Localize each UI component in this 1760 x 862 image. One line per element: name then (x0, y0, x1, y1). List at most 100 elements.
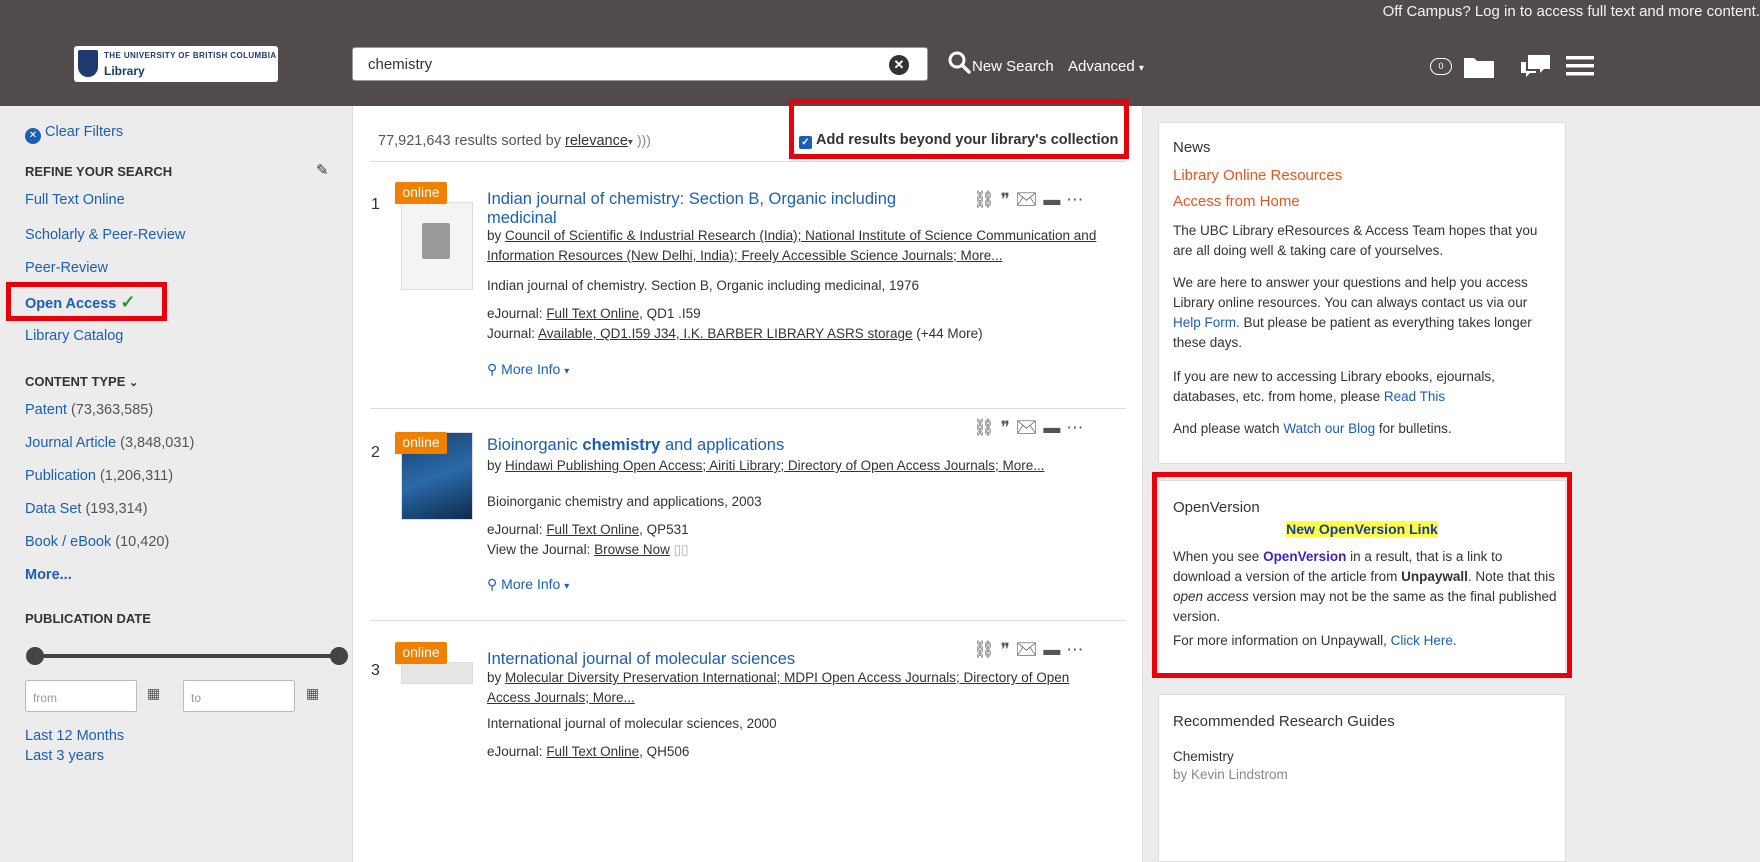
read-this-link[interactable]: Read This (1384, 389, 1445, 404)
email-icon[interactable]: ✉ (1016, 640, 1044, 659)
cite-icon[interactable]: ❞ (1001, 418, 1016, 437)
last-12-months-link[interactable]: Last 12 Months (25, 728, 124, 744)
edit-pencil-icon[interactable]: ✎ (316, 161, 329, 179)
journal-label: Journal: (487, 326, 536, 341)
author-links[interactable]: Molecular Diversity Preservation Interna… (487, 670, 1069, 705)
watch-blog-link[interactable]: Watch our Blog (1283, 421, 1375, 436)
result-ejournal-line: eJournal: Full Text Online, QD1 .I59 (487, 304, 701, 324)
saved-items-count[interactable]: 0 (1430, 58, 1452, 75)
search-input[interactable]: chemistry ✕ (352, 47, 928, 81)
filter-full-text-online[interactable]: Full Text Online (25, 192, 125, 208)
advanced-search-link[interactable]: Advanced ▾ (1068, 58, 1144, 75)
call-number: , QH506 (639, 744, 690, 759)
news-subheading: Access from Home (1173, 193, 1300, 210)
date-slider-start-handle[interactable] (26, 647, 44, 665)
view-journal-label: View the Journal: (487, 542, 591, 557)
menu-icon[interactable] (1564, 54, 1596, 78)
author-links[interactable]: Hindawi Publishing Open Access; Airiti L… (505, 458, 1044, 473)
content-type-label: Data Set (25, 501, 82, 517)
content-type-publication[interactable]: Publication (1,206,311) (25, 468, 173, 484)
logo-library: Library (104, 64, 145, 78)
rss-feed-icon[interactable]: ))) (637, 132, 651, 148)
content-type-journal-article[interactable]: Journal Article (3,848,031) (25, 435, 194, 451)
last-3-years-link[interactable]: Last 3 years (25, 748, 104, 764)
permalink-icon[interactable]: ⛓ (973, 418, 1001, 437)
clear-filters-link[interactable]: ✕ Clear Filters (25, 124, 123, 144)
divider (370, 620, 1126, 621)
filter-library-catalog[interactable]: Library Catalog (25, 328, 123, 344)
date-to-field[interactable]: to (183, 680, 295, 712)
date-range-slider[interactable] (34, 654, 338, 658)
content-type-label: Journal Article (25, 435, 117, 451)
search-icon[interactable] (946, 49, 974, 77)
help-form-link[interactable]: Help Form (1173, 315, 1236, 330)
result-ejournal-line: eJournal: Full Text Online, QP531 (487, 520, 689, 540)
result-actions: ⛓❞✉▬⋯ (973, 640, 1089, 660)
results-panel: 77,921,643 results sorted by relevance▾ … (352, 99, 1143, 862)
calendar-to-icon[interactable]: ▦ (306, 685, 319, 702)
clear-search-icon[interactable]: ✕ (889, 55, 909, 75)
more-info-button[interactable]: ⚲ More Info ▾ (487, 576, 569, 593)
result-title[interactable]: International journal of molecular scien… (487, 650, 795, 669)
filter-peer-review[interactable]: Peer-Review (25, 260, 108, 276)
filter-scholarly-peer-review[interactable]: Scholarly & Peer-Review (25, 227, 185, 243)
result-title[interactable]: Indian journal of chemistry: Section B, … (487, 190, 907, 228)
title-part: and applications (660, 436, 785, 454)
result-cover-image[interactable] (401, 662, 473, 684)
content-type-data-set[interactable]: Data Set (193,314) (25, 501, 148, 517)
availability-link[interactable]: Available, QD1.I59 J34, I.K. BARBER LIBR… (538, 326, 912, 341)
content-type-book-ebook[interactable]: Book / eBook (10,420) (25, 534, 169, 550)
result-authors: by Hindawi Publishing Open Access; Airit… (487, 456, 1107, 476)
content-type-patent[interactable]: Patent (73,363,585) (25, 402, 153, 418)
logo-university: THE UNIVERSITY OF BRITISH COLUMBIA (104, 51, 277, 60)
news-paragraph: We are here to answer your questions and… (1173, 273, 1557, 353)
content-type-heading[interactable]: CONTENT TYPE ⌄ (25, 374, 138, 389)
save-folder-icon[interactable]: ▬ (1043, 418, 1066, 437)
content-type-count: (3,848,031) (120, 435, 195, 451)
text: And please watch (1173, 421, 1284, 436)
more-actions-icon[interactable]: ⋯ (1066, 640, 1089, 659)
chat-icon[interactable] (1518, 52, 1554, 80)
save-folder-icon[interactable]: ▬ (1043, 640, 1066, 659)
ubc-library-logo[interactable]: THE UNIVERSITY OF BRITISH COLUMBIA Libra… (74, 46, 278, 82)
new-search-link[interactable]: New Search (972, 58, 1054, 75)
permalink-icon[interactable]: ⛓ (973, 190, 1001, 209)
book-icon[interactable]: ▯▯ (674, 542, 689, 557)
news-heading: News (1173, 139, 1211, 156)
ubc-crest-icon (78, 50, 98, 77)
result-thumbnail[interactable] (401, 202, 473, 290)
results-summary: 77,921,643 results sorted by relevance▾ … (378, 132, 651, 149)
browse-now-link[interactable]: Browse Now (594, 542, 670, 557)
cite-icon[interactable]: ❞ (1001, 640, 1016, 659)
sort-chevron-icon[interactable]: ▾ (628, 137, 633, 148)
email-icon[interactable]: ✉ (1016, 418, 1044, 437)
full-text-online-link[interactable]: Full Text Online (546, 306, 639, 321)
full-text-online-link[interactable]: Full Text Online (546, 522, 639, 537)
result-ejournal-line: eJournal: Full Text Online, QH506 (487, 742, 689, 762)
full-text-online-link[interactable]: Full Text Online (546, 744, 639, 759)
call-number: , QP531 (639, 522, 689, 537)
more-holdings[interactable]: (+44 More) (916, 326, 982, 341)
content-type-more-link[interactable]: More... (25, 567, 72, 583)
calendar-from-icon[interactable]: ▦ (147, 685, 160, 702)
more-info-button[interactable]: ⚲ More Info ▾ (487, 361, 569, 378)
call-number: , QD1 .I59 (639, 306, 701, 321)
guides-heading: Recommended Research Guides (1173, 713, 1395, 730)
save-folder-icon[interactable]: ▬ (1043, 190, 1066, 209)
off-campus-message[interactable]: Off Campus? Log in to access full text a… (1383, 3, 1760, 20)
more-actions-icon[interactable]: ⋯ (1066, 190, 1089, 209)
by-prefix: by (487, 670, 502, 685)
date-from-field[interactable]: from (25, 680, 137, 712)
content-type-count: (193,314) (85, 501, 148, 517)
folder-icon[interactable] (1462, 52, 1496, 80)
email-icon[interactable]: ✉ (1016, 190, 1044, 209)
permalink-icon[interactable]: ⛓ (973, 640, 1001, 659)
cite-icon[interactable]: ❞ (1001, 190, 1016, 209)
ejournal-icon (422, 223, 450, 259)
result-title[interactable]: Bioinorganic chemistry and applications (487, 436, 784, 455)
guide-chemistry-link[interactable]: Chemistry (1173, 747, 1557, 767)
sort-dropdown[interactable]: relevance (565, 133, 628, 149)
date-slider-end-handle[interactable] (330, 647, 348, 665)
more-actions-icon[interactable]: ⋯ (1066, 418, 1089, 437)
author-links[interactable]: Council of Scientific & Industrial Resea… (487, 228, 1096, 263)
